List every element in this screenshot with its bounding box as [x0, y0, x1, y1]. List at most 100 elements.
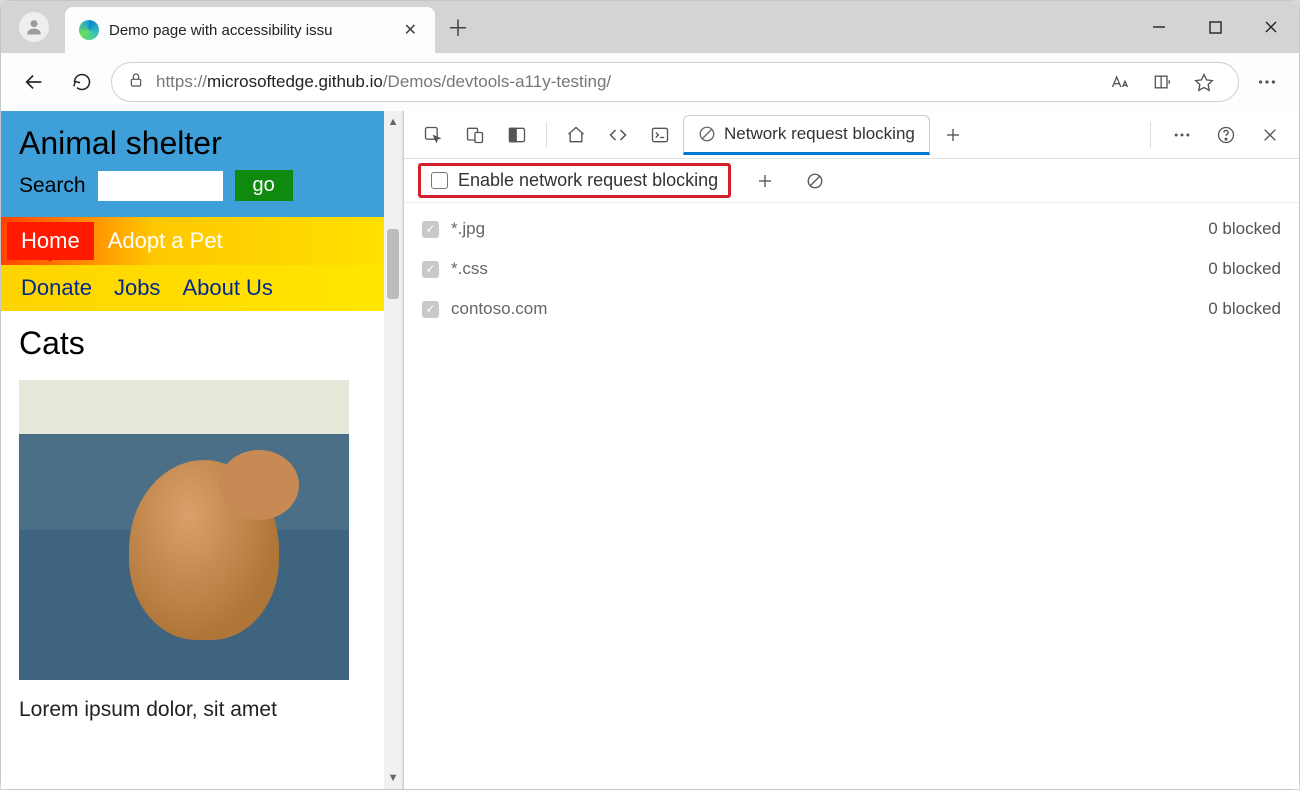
- settings-menu-button[interactable]: [1249, 64, 1285, 100]
- search-label: Search: [19, 174, 86, 198]
- tab-title: Demo page with accessibility issu: [109, 22, 390, 39]
- minimize-icon: [1152, 20, 1166, 34]
- maximize-button[interactable]: [1187, 1, 1243, 53]
- reading-mode-button[interactable]: [1144, 64, 1180, 100]
- add-pattern-button[interactable]: [749, 165, 781, 197]
- text-size-icon: [1110, 72, 1130, 92]
- home-icon: [566, 125, 586, 145]
- pattern-count: 0 blocked: [1208, 219, 1281, 239]
- help-icon: [1216, 125, 1236, 145]
- edge-logo-icon: [79, 20, 99, 40]
- tab-close-button[interactable]: ✕: [400, 16, 421, 44]
- close-icon: [1262, 127, 1278, 143]
- elements-tab-button[interactable]: [599, 116, 637, 154]
- pattern-row[interactable]: ✓ contoso.com 0 blocked: [404, 289, 1299, 329]
- dock-icon: [507, 125, 527, 145]
- blocking-toolbar: Enable network request blocking: [404, 159, 1299, 203]
- pattern-row[interactable]: ✓ *.css 0 blocked: [404, 249, 1299, 289]
- devtools-pane: Network request blocking Enable network …: [403, 111, 1299, 789]
- pattern-count: 0 blocked: [1208, 299, 1281, 319]
- pattern-text: *.css: [451, 259, 488, 279]
- pattern-count: 0 blocked: [1208, 259, 1281, 279]
- device-toggle-button[interactable]: [456, 116, 494, 154]
- subnav-jobs[interactable]: Jobs: [114, 275, 160, 301]
- main-nav: Home Adopt a Pet: [1, 217, 384, 265]
- person-icon: [24, 17, 44, 37]
- browser-tab[interactable]: Demo page with accessibility issu ✕: [65, 7, 435, 53]
- devtools-tab-label: Network request blocking: [724, 124, 915, 144]
- back-button[interactable]: [15, 63, 53, 101]
- cat-image: [19, 380, 349, 680]
- lock-icon: [128, 71, 144, 94]
- page-content: Animal shelter Search go Home Adopt a Pe…: [1, 111, 384, 789]
- browser-toolbar: https://microsoftedge.github.io/Demos/de…: [1, 53, 1299, 111]
- plus-icon: [944, 126, 962, 144]
- welcome-tab-button[interactable]: [557, 116, 595, 154]
- subnav-about[interactable]: About Us: [182, 275, 273, 301]
- pattern-checkbox[interactable]: ✓: [422, 261, 439, 278]
- book-speaker-icon: [1152, 72, 1172, 92]
- console-tab-button[interactable]: [641, 116, 679, 154]
- devices-icon: [465, 125, 485, 145]
- pattern-text: contoso.com: [451, 299, 547, 319]
- url-text: https://microsoftedge.github.io/Demos/de…: [156, 72, 611, 92]
- subnav-donate[interactable]: Donate: [21, 275, 92, 301]
- enable-blocking-label: Enable network request blocking: [458, 170, 718, 191]
- lorem-text: Lorem ipsum dolor, sit amet: [19, 698, 366, 722]
- ellipsis-icon: [1256, 71, 1278, 93]
- refresh-icon: [72, 72, 92, 92]
- search-input[interactable]: [98, 171, 223, 201]
- pattern-checkbox[interactable]: ✓: [422, 221, 439, 238]
- pattern-text: *.jpg: [451, 219, 485, 239]
- pattern-list: ✓ *.jpg 0 blocked ✓ *.css 0 blocked ✓ co…: [404, 203, 1299, 335]
- devtools-close-button[interactable]: [1251, 116, 1289, 154]
- read-aloud-button[interactable]: [1102, 64, 1138, 100]
- maximize-icon: [1209, 21, 1222, 34]
- arrow-left-icon: [23, 71, 45, 93]
- inspect-icon: [423, 125, 443, 145]
- devtools-help-button[interactable]: [1207, 116, 1245, 154]
- nav-item-home[interactable]: Home: [7, 222, 94, 260]
- pattern-checkbox[interactable]: ✓: [422, 301, 439, 318]
- favorite-button[interactable]: [1186, 64, 1222, 100]
- console-icon: [650, 125, 670, 145]
- close-icon: [1264, 20, 1278, 34]
- network-blocking-tab[interactable]: Network request blocking: [683, 115, 930, 155]
- new-tab-button[interactable]: ＋: [435, 1, 481, 53]
- block-icon: [698, 125, 716, 143]
- site-title: Animal shelter: [19, 125, 366, 162]
- page-viewport: Animal shelter Search go Home Adopt a Pe…: [1, 111, 403, 789]
- refresh-button[interactable]: [63, 63, 101, 101]
- devtools-more-button[interactable]: [1163, 116, 1201, 154]
- scroll-up-icon[interactable]: ▲: [384, 113, 402, 131]
- address-bar[interactable]: https://microsoftedge.github.io/Demos/de…: [111, 62, 1239, 102]
- window-controls: [1131, 1, 1299, 53]
- devtools-tabbar: Network request blocking: [404, 111, 1299, 159]
- dock-button[interactable]: [498, 116, 536, 154]
- plus-icon: [756, 172, 774, 190]
- inspect-button[interactable]: [414, 116, 452, 154]
- content-area: Animal shelter Search go Home Adopt a Pe…: [1, 111, 1299, 789]
- block-icon: [806, 172, 824, 190]
- close-window-button[interactable]: [1243, 1, 1299, 53]
- scroll-down-icon[interactable]: ▼: [384, 769, 402, 787]
- minimize-button[interactable]: [1131, 1, 1187, 53]
- nav-item-adopt[interactable]: Adopt a Pet: [94, 222, 237, 260]
- titlebar: Demo page with accessibility issu ✕ ＋: [1, 1, 1299, 53]
- profile-button[interactable]: [19, 12, 49, 42]
- browser-window: Demo page with accessibility issu ✕ ＋ ht…: [0, 0, 1300, 790]
- hero-banner: Animal shelter Search go: [1, 111, 384, 217]
- search-go-button[interactable]: go: [235, 170, 293, 201]
- code-icon: [607, 125, 629, 145]
- enable-blocking-highlight: Enable network request blocking: [418, 163, 731, 198]
- scroll-thumb[interactable]: [387, 229, 399, 299]
- section-heading: Cats: [19, 325, 366, 362]
- clear-patterns-button[interactable]: [799, 165, 831, 197]
- page-scrollbar[interactable]: ▲ ▼: [384, 111, 402, 789]
- star-icon: [1194, 72, 1214, 92]
- ellipsis-icon: [1172, 125, 1192, 145]
- sub-nav: Donate Jobs About Us: [1, 265, 384, 311]
- pattern-row[interactable]: ✓ *.jpg 0 blocked: [404, 209, 1299, 249]
- add-tab-button[interactable]: [934, 116, 972, 154]
- enable-blocking-checkbox[interactable]: [431, 172, 448, 189]
